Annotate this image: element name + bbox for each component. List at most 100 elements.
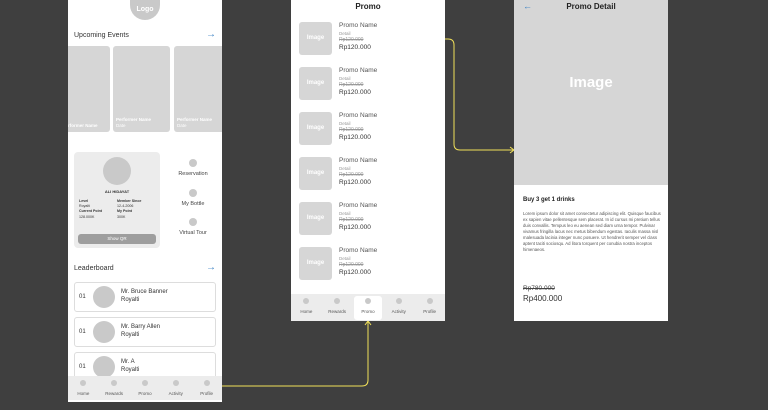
promo-detail: Detail [339,31,351,36]
promo-icon [364,298,371,304]
nav-label: Home [300,309,313,314]
activity-icon [395,298,402,304]
profile-icon [203,380,210,386]
leaderboard-name: Mr. Barry Allen [121,324,161,330]
promo-name: Promo Name [339,22,378,29]
event-date: Date [177,123,187,128]
reservation-icon [189,159,197,167]
profile-icon [426,298,433,304]
promo-image: Image [299,247,332,280]
leaderboard-rank: 01 [79,364,86,370]
menu-my-bottle[interactable]: My Bottle [174,189,212,207]
upcoming-events-title: Upcoming Events [74,32,129,39]
home-screen: Logo Upcoming Events → rformer Name Perf… [68,0,222,402]
promo-image: Image [299,22,332,55]
promo-old-price: Rp120.000 [339,262,364,268]
nav-rewards[interactable]: Rewards [100,380,128,400]
nav-home[interactable]: Home [292,298,320,321]
promo-old-price: Rp120.000 [339,82,364,88]
nav-label: Profile [423,309,436,314]
nav-activity[interactable]: Activity [385,298,413,321]
leaderboard-title: Leaderboard [74,265,114,272]
activity-icon [172,380,179,386]
page-title: Promo [355,2,381,11]
nav-activity[interactable]: Activity [162,380,190,400]
nav-label: Rewards [328,309,347,314]
promo-old-price: Rp120.000 [339,217,364,223]
member-card: ALI HIDAYAT Level Member Since Royalti 12-… [74,152,160,248]
event-card[interactable]: Performer Name Date [174,46,222,132]
logo: Logo [130,0,160,20]
promo-price: Rp120.000 [339,269,371,276]
promo-item[interactable]: Image Promo Name Detail Rp120.000 Rp120.… [299,247,439,283]
nav-label: Profile [200,391,213,396]
promo-heading: Buy 3 get 1 drinks [523,197,575,203]
promo-image: Image [299,67,332,100]
promo-detail: Detail [339,256,351,261]
leaderboard-rank: 01 [79,294,86,300]
promo-name: Promo Name [339,202,378,209]
avatar [93,286,115,308]
nav-profile[interactable]: Profile [416,298,444,321]
leaderboard-row[interactable]: 01 Mr. Barry Allen Royalti [74,317,216,347]
leaderboard-name: Mr. A [121,359,135,365]
promo-name: Promo Name [339,112,378,119]
nav-promo[interactable]: Promo [353,296,382,320]
bottle-icon [189,189,197,197]
promo-old-price: Rp120.000 [339,37,364,43]
menu-reservation[interactable]: Reservation [174,159,212,177]
promo-image: Image [299,112,332,145]
promo-description: Lorem ipsum dolor sit amet consectetur a… [523,211,661,252]
bottom-nav: Home Rewards Promo Activity Profile [68,376,222,400]
promo-price: Rp120.000 [339,44,371,51]
promo-name: Promo Name [339,247,378,254]
avatar [93,356,115,378]
current-point-value: 128.000K [79,214,95,219]
promo-price: Rp400.000 [523,294,563,303]
show-qr-button[interactable]: Show QR [78,234,156,244]
promo-screen: Promo Image Promo Name Detail Rp120.000 … [291,0,445,321]
event-card[interactable]: Performer Name Date [113,46,170,132]
nav-label: Home [77,391,90,396]
nav-rewards[interactable]: Rewards [323,298,351,321]
event-performer-name: rformer Name [68,123,98,128]
my-point-value: 300K [117,214,126,219]
arrow-right-icon[interactable]: → [206,29,216,40]
promo-detail-screen: Image ← Promo Detail Buy 3 get 1 drinks … [514,0,668,321]
rewards-icon [334,298,341,304]
promo-old-price: Rp120.000 [339,172,364,178]
event-performer-name: Performer Name [177,117,213,122]
arrow-right-icon[interactable]: → [206,262,216,273]
nav-label: Activity [391,309,406,314]
promo-item[interactable]: Image Promo Name Detail Rp120.000 Rp120.… [299,67,439,103]
promo-detail: Detail [339,121,351,126]
promo-price: Rp120.000 [339,134,371,141]
nav-profile[interactable]: Profile [193,380,221,400]
bottom-nav: Home Rewards Promo Activity Profile [291,294,445,321]
promo-old-price: Rp780.000 [523,285,555,292]
leaderboard-level: Royalti [121,296,140,303]
avatar [103,157,131,185]
menu-virtual-tour[interactable]: Virtual Tour [174,218,212,236]
promo-item[interactable]: Image Promo Name Detail Rp120.000 Rp120.… [299,22,439,58]
promo-old-price: Rp120.000 [339,127,364,133]
menu-label: Virtual Tour [179,230,207,236]
leaderboard-row[interactable]: 01 Mr. Bruce Banner Royalti [74,282,216,312]
event-card[interactable]: rformer Name [68,46,110,132]
promo-item[interactable]: Image Promo Name Detail Rp120.000 Rp120.… [299,202,439,238]
promo-icon [141,380,148,386]
nav-home[interactable]: Home [69,380,97,400]
event-date: Date [116,123,126,128]
promo-price: Rp120.000 [339,89,371,96]
promo-item[interactable]: Image Promo Name Detail Rp120.000 Rp120.… [299,157,439,193]
nav-promo[interactable]: Promo [131,380,159,400]
nav-label: Rewards [105,391,124,396]
home-icon [303,298,310,304]
home-icon [80,380,87,386]
promo-item[interactable]: Image Promo Name Detail Rp120.000 Rp120.… [299,112,439,148]
promo-price: Rp120.000 [339,179,371,186]
promo-image: Image [299,157,332,190]
nav-label: Promo [361,309,375,314]
leaderboard-name: Mr. Bruce Banner [121,289,168,295]
page-title: Promo Detail [566,2,616,11]
